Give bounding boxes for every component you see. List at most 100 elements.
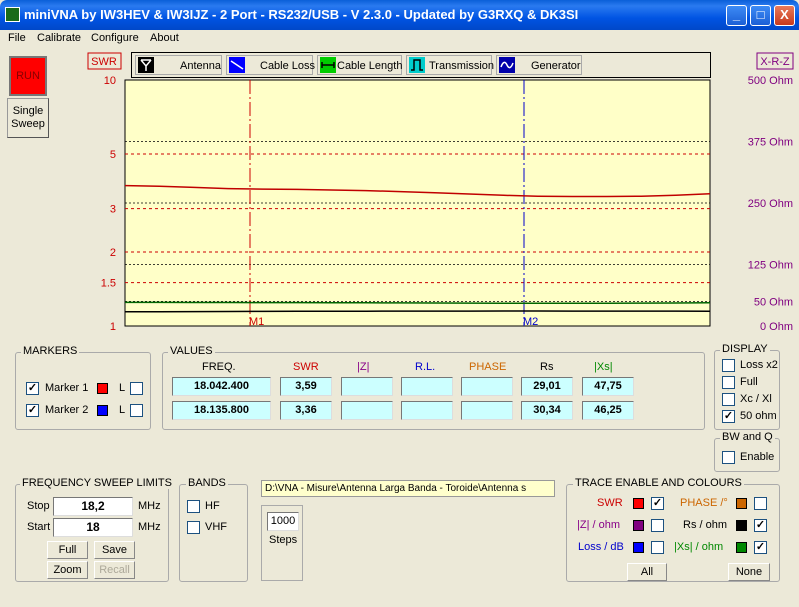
marker1-l-label: L [119, 382, 126, 394]
trace-title: TRACE ENABLE AND COLOURS [573, 477, 744, 489]
marker1-l-checkbox[interactable] [130, 382, 143, 395]
phase-trace-checkbox[interactable] [754, 497, 767, 510]
freq1-field: 18.042.400 [172, 377, 271, 396]
xrz-axis-label: X-R-Z [760, 56, 790, 68]
trace-z-label: |Z| / ohm [577, 519, 621, 531]
z-color-swatch[interactable] [633, 520, 644, 531]
header-rs: Rs [540, 361, 554, 373]
trace-phase-label: PHASE /° [680, 497, 728, 509]
save-button[interactable]: Save [94, 541, 135, 559]
xs-color-swatch[interactable] [736, 542, 747, 553]
full-display-label: Full [740, 376, 758, 388]
hf-label: HF [205, 500, 220, 512]
z2-field [341, 401, 393, 420]
ohm-tick-label: 250 Ohm [748, 198, 793, 210]
header-phase: PHASE [469, 361, 507, 373]
start-label: Start [27, 521, 51, 533]
start-input[interactable]: 18 [53, 518, 133, 537]
minimize-button[interactable]: _ [726, 5, 747, 26]
marker-label: M2 [523, 316, 538, 328]
ohm-tick-label: 125 Ohm [748, 260, 793, 272]
marker1-checkbox[interactable]: ✓ [26, 382, 39, 395]
trace-swr-label: SWR [597, 497, 623, 509]
ohm-tick-label: 500 Ohm [748, 75, 793, 87]
loss-trace-checkbox[interactable] [651, 541, 664, 554]
xs-trace-checkbox[interactable]: ✓ [754, 541, 767, 554]
hf-checkbox[interactable] [187, 500, 200, 513]
z-trace-checkbox[interactable] [651, 519, 664, 532]
50-ohm-checkbox[interactable]: ✓ [722, 410, 735, 423]
marker1-label: Marker 1 [45, 382, 89, 394]
menu-file[interactable]: File [8, 32, 26, 44]
swr-tick-label: 2 [110, 247, 116, 259]
zoom-button[interactable]: Zoom [47, 561, 88, 579]
rs1-field: 29,01 [521, 377, 573, 396]
phase-color-swatch[interactable] [736, 498, 747, 509]
app-icon [5, 7, 20, 22]
steps-input[interactable]: 1000 [267, 512, 299, 531]
swr-trace-checkbox[interactable]: ✓ [651, 497, 664, 510]
no-traces-button[interactable]: None [728, 563, 770, 581]
rs-trace-checkbox[interactable]: ✓ [754, 519, 767, 532]
swr-tick-label: 1 [110, 321, 116, 333]
ohm-tick-label: 0 Ohm [760, 321, 793, 333]
series-line [125, 310, 711, 313]
marker1-color-swatch[interactable] [97, 383, 108, 394]
marker2-l-checkbox[interactable] [130, 404, 143, 417]
swr-tick-label: 5 [110, 149, 116, 161]
close-button[interactable]: X [774, 5, 795, 26]
header-z: |Z| [357, 361, 370, 373]
swr-axis-label: SWR [91, 56, 117, 68]
stop-unit: MHz [138, 500, 161, 512]
trace-loss-label: Loss / dB [578, 541, 624, 553]
full-button[interactable]: Full [47, 541, 88, 559]
header-xs: |Xs| [594, 361, 613, 373]
marker-label: M1 [249, 316, 264, 328]
trace-xs-label: |Xs| / ohm [674, 541, 724, 553]
loss-x2-label: Loss x2 [740, 359, 778, 371]
xc-xl-label: Xc / Xl [740, 393, 772, 405]
marker2-checkbox[interactable]: ✓ [26, 404, 39, 417]
maximize-button[interactable]: □ [750, 5, 771, 26]
swr-tick-label: 10 [104, 75, 116, 87]
header-rl: R.L. [415, 361, 436, 373]
swr-tick-label: 1.5 [101, 278, 116, 290]
swr-chart: 10 5 3 2 1.5 1 500 Ohm 375 Ohm 250 Ohm 125 Ohm 50 … [87, 52, 794, 333]
all-traces-button[interactable]: All [627, 563, 667, 581]
xc-xl-checkbox[interactable] [722, 393, 735, 406]
header-freq: FREQ. [202, 361, 236, 373]
menu-configure[interactable]: Configure [91, 32, 139, 44]
xs2-field: 46,25 [582, 401, 634, 420]
xs1-field: 47,75 [582, 377, 634, 396]
ohm-tick-label: 50 Ohm [754, 296, 793, 308]
marker2-color-swatch[interactable] [97, 405, 108, 416]
phase2-field [461, 401, 513, 420]
window-title: miniVNA by IW3HEV & IW3IJZ - 2 Port - RS… [24, 7, 579, 22]
vhf-checkbox[interactable] [187, 521, 200, 534]
loss-x2-checkbox[interactable] [722, 359, 735, 372]
file-path-field: D:\VNA - Misure\Antenna Larga Banda - To… [261, 480, 555, 497]
swr2-field: 3,36 [280, 401, 332, 420]
values-title: VALUES [168, 345, 215, 357]
z1-field [341, 377, 393, 396]
stop-input[interactable]: 18,2 [53, 497, 133, 516]
bands-title: BANDS [186, 477, 228, 489]
swr-tick-label: 3 [110, 204, 116, 216]
swr-color-swatch[interactable] [633, 498, 644, 509]
marker2-l-label: L [119, 404, 126, 416]
rs-color-swatch[interactable] [736, 520, 747, 531]
stop-label: Stop [27, 500, 50, 512]
swr1-field: 3,59 [280, 377, 332, 396]
phase1-field [461, 377, 513, 396]
bwq-enable-checkbox[interactable] [722, 451, 735, 464]
rl2-field [401, 401, 453, 420]
menu-about[interactable]: About [150, 32, 179, 44]
recall-button[interactable]: Recall [94, 561, 135, 579]
trace-rs-label: Rs / ohm [683, 519, 728, 531]
bwq-title: BW and Q [720, 431, 775, 443]
menu-calibrate[interactable]: Calibrate [37, 32, 81, 44]
rl1-field [401, 377, 453, 396]
loss-color-swatch[interactable] [633, 542, 644, 553]
vhf-label: VHF [205, 521, 227, 533]
full-display-checkbox[interactable] [722, 376, 735, 389]
